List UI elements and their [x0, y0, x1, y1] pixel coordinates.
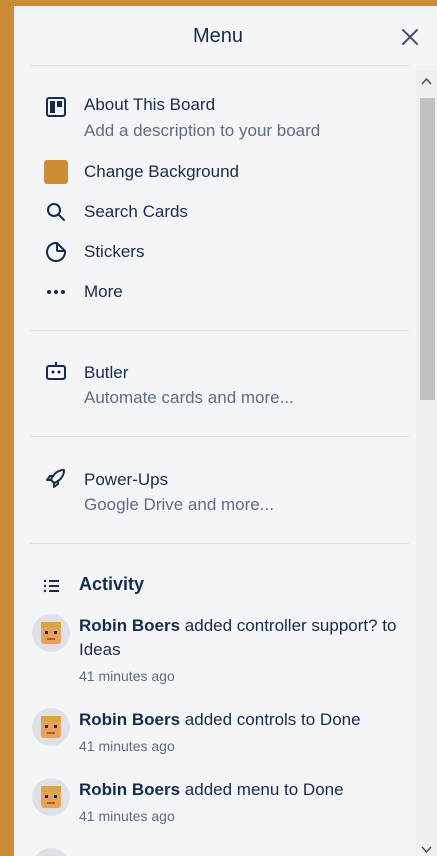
stickers-item[interactable]: Stickers [14, 240, 414, 266]
activity-user[interactable]: Robin Boers [79, 780, 180, 799]
avatar[interactable] [32, 708, 70, 746]
activity-text: Robin Boers added controls to Done [79, 708, 409, 732]
about-board-label: About This Board [84, 95, 216, 114]
more-label: More [84, 282, 123, 301]
activity-list-icon [42, 576, 62, 596]
about-board-item[interactable]: About This Board Add a description to yo… [14, 92, 414, 144]
search-icon [44, 200, 68, 224]
activity-heading: Activity [79, 574, 145, 594]
activity-action: added menu to Done [180, 780, 344, 799]
stickers-label: Stickers [84, 242, 145, 261]
more-item[interactable]: More [14, 280, 414, 306]
board-menu-panel: Menu About This Board Add a description … [14, 6, 437, 856]
activity-time[interactable]: 41 minutes ago [79, 738, 175, 754]
activity-text: Robin Boers added menu to Done [79, 778, 409, 802]
activity-action: added controls to Done [180, 710, 361, 729]
activity-user[interactable]: Robin Boers [79, 710, 180, 729]
header-divider [30, 65, 409, 66]
more-dots-icon [44, 280, 68, 304]
avatar[interactable] [32, 614, 70, 652]
butler-robot-icon [44, 360, 68, 384]
activity-time[interactable]: 41 minutes ago [79, 668, 175, 684]
close-icon[interactable] [398, 25, 422, 49]
activity-entry: Robin Boers added controller support? to… [14, 612, 414, 692]
scroll-up-arrow-icon[interactable] [421, 74, 432, 85]
activity-entry: Robin Boers added controls to Done 41 mi… [14, 706, 414, 762]
menu-title: Menu [192, 25, 244, 47]
scrollbar[interactable] [416, 66, 437, 856]
activity-entry: Robin Boers added menu to Done 41 minute… [14, 776, 414, 832]
search-cards-item[interactable]: Search Cards [14, 200, 414, 226]
sticker-icon [44, 240, 68, 264]
divider [30, 436, 409, 437]
board-icon [44, 95, 68, 119]
scrollbar-thumb[interactable] [420, 98, 435, 400]
rocket-icon [44, 466, 68, 490]
avatar[interactable] [32, 778, 70, 816]
power-ups-label: Power-Ups [84, 470, 169, 489]
power-ups-sub: Google Drive and more... [84, 495, 274, 514]
butler-item[interactable]: Butler Automate cards and more... [14, 358, 414, 410]
divider [30, 330, 409, 331]
search-cards-label: Search Cards [84, 202, 188, 221]
change-background-item[interactable]: Change Background [14, 160, 414, 186]
menu-header: Menu [14, 6, 437, 66]
about-board-sub: Add a description to your board [84, 121, 321, 140]
butler-label: Butler [84, 363, 129, 382]
change-background-label: Change Background [84, 162, 240, 181]
activity-user[interactable]: Robin Boers [79, 616, 180, 635]
scroll-down-arrow-icon[interactable] [421, 842, 432, 854]
activity-entry-partial [14, 846, 414, 856]
activity-text: Robin Boers added controller support? to… [79, 614, 409, 662]
background-color-swatch-icon [44, 160, 68, 184]
divider [30, 543, 409, 544]
avatar[interactable] [32, 848, 70, 856]
power-ups-item[interactable]: Power-Ups Google Drive and more... [14, 465, 414, 517]
activity-time[interactable]: 41 minutes ago [79, 808, 175, 824]
butler-sub: Automate cards and more... [84, 388, 294, 407]
